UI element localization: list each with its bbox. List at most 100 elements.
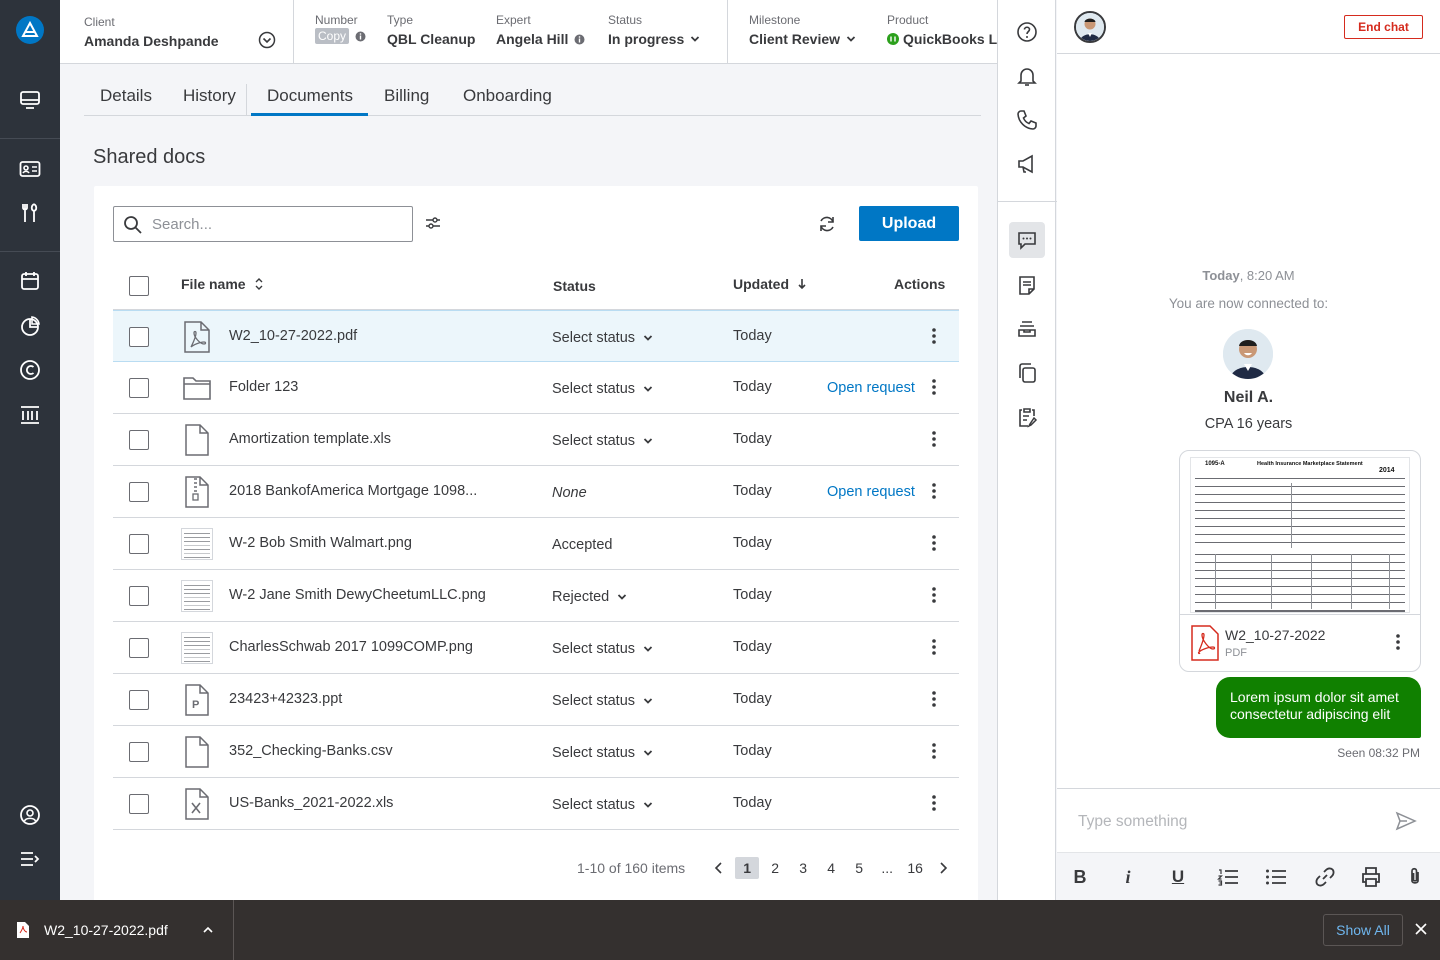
chevron-up-icon[interactable] xyxy=(201,923,215,937)
status-select[interactable]: Select status xyxy=(552,693,653,709)
table-row[interactable]: CharlesSchwab 2017 1099COMP.png Select st… xyxy=(113,622,959,674)
file-name[interactable]: W2_10-27-2022.pdf xyxy=(229,328,357,344)
kebab-menu-icon[interactable] xyxy=(931,378,937,396)
close-icon[interactable] xyxy=(1413,921,1429,937)
file-name[interactable]: W-2 Bob Smith Walmart.png xyxy=(229,535,412,551)
refresh-icon[interactable] xyxy=(817,214,837,234)
tools-icon[interactable] xyxy=(17,200,43,226)
attachment-paperclip-icon[interactable] xyxy=(1403,865,1427,889)
help-icon[interactable] xyxy=(1013,18,1041,46)
kebab-menu-icon[interactable] xyxy=(931,742,937,760)
row-checkbox[interactable] xyxy=(129,638,149,658)
kebab-menu-icon[interactable] xyxy=(1395,633,1401,651)
file-name[interactable]: Amortization template.xls xyxy=(229,431,391,447)
row-checkbox[interactable] xyxy=(129,327,149,347)
table-row[interactable]: Folder 123 Select status Today Open request xyxy=(113,362,959,414)
kebab-menu-icon[interactable] xyxy=(931,690,937,708)
megaphone-icon[interactable] xyxy=(1013,150,1041,178)
file-name[interactable]: 23423+42323.ppt xyxy=(229,691,342,707)
table-row[interactable]: P 23423+42323.ppt Select status Today xyxy=(113,674,959,726)
tab-details[interactable]: Details xyxy=(100,86,152,106)
search-input[interactable]: Search... xyxy=(113,206,413,242)
file-name[interactable]: US-Banks_2021-2022.xls xyxy=(229,795,393,811)
row-checkbox[interactable] xyxy=(129,742,149,762)
kebab-menu-icon[interactable] xyxy=(931,482,937,500)
underline-button[interactable]: U xyxy=(1166,865,1190,889)
kebab-menu-icon[interactable] xyxy=(931,586,937,604)
kebab-menu-icon[interactable] xyxy=(931,794,937,812)
page-button[interactable]: 2 xyxy=(763,857,787,879)
bell-icon[interactable] xyxy=(1013,62,1041,90)
select-all-checkbox[interactable] xyxy=(129,276,149,296)
status-select[interactable]: Rejected xyxy=(552,589,627,605)
table-row[interactable]: 2018 BankofAmerica Mortgage 1098... None T… xyxy=(113,466,959,518)
tab-documents[interactable]: Documents xyxy=(267,86,353,106)
chat-input-area[interactable]: Type something xyxy=(1057,788,1440,852)
row-checkbox[interactable] xyxy=(129,690,149,710)
column-file-name[interactable]: File name xyxy=(181,276,264,292)
filter-settings-icon[interactable] xyxy=(424,214,442,232)
row-checkbox[interactable] xyxy=(129,430,149,450)
tab-history[interactable]: History xyxy=(183,86,236,106)
page-button[interactable]: 1 xyxy=(735,857,760,879)
row-checkbox[interactable] xyxy=(129,534,149,554)
user-profile-icon[interactable] xyxy=(17,802,43,828)
status-select[interactable]: Select status xyxy=(552,433,653,449)
client-field[interactable]: Client Amanda Deshpande xyxy=(84,14,219,52)
avatar[interactable] xyxy=(1074,11,1106,43)
table-row[interactable]: W2_10-27-2022.pdf Select status Today xyxy=(113,310,959,362)
client-dropdown-icon[interactable] xyxy=(258,31,276,49)
open-request-link[interactable]: Open request xyxy=(827,484,915,500)
download-item[interactable]: W2_10-27-2022.pdf xyxy=(0,900,234,960)
table-row[interactable]: US-Banks_2021-2022.xls Select status Today xyxy=(113,778,959,830)
file-name[interactable]: 352_Checking-Banks.csv xyxy=(229,743,393,759)
status-select[interactable]: Select status xyxy=(552,330,653,346)
chat-icon[interactable] xyxy=(1009,222,1045,258)
open-request-link[interactable]: Open request xyxy=(827,380,915,396)
bulleted-list-icon[interactable] xyxy=(1264,865,1288,889)
page-button[interactable]: 4 xyxy=(819,857,843,879)
pie-chart-icon[interactable] xyxy=(17,313,43,339)
milestone-field[interactable]: Milestone Client Review xyxy=(749,12,856,50)
print-icon[interactable] xyxy=(1359,865,1383,889)
numbered-list-icon[interactable] xyxy=(1216,865,1240,889)
page-button[interactable]: 16 xyxy=(903,857,927,879)
file-name[interactable]: CharlesSchwab 2017 1099COMP.png xyxy=(229,639,473,655)
end-chat-button[interactable]: End chat xyxy=(1344,15,1423,39)
copyright-icon[interactable] xyxy=(17,357,43,383)
show-all-button[interactable]: Show All xyxy=(1323,914,1403,946)
status-select[interactable]: Select status xyxy=(552,381,653,397)
upload-button[interactable]: Upload xyxy=(859,206,959,241)
kebab-menu-icon[interactable] xyxy=(931,327,937,345)
row-checkbox[interactable] xyxy=(129,586,149,606)
page-button[interactable]: 5 xyxy=(847,857,871,879)
bold-button[interactable]: B xyxy=(1068,865,1092,889)
table-row[interactable]: W-2 Bob Smith Walmart.png Accepted Today xyxy=(113,518,959,570)
status-field[interactable]: Status In progress xyxy=(608,12,700,50)
table-row[interactable]: 352_Checking-Banks.csv Select status Today xyxy=(113,726,959,778)
status-select[interactable]: Select status xyxy=(552,641,653,657)
column-updated[interactable]: Updated xyxy=(733,276,807,292)
table-row[interactable]: Amortization template.xls Select status To… xyxy=(113,414,959,466)
inbox-tray-icon[interactable] xyxy=(1013,315,1041,343)
prev-page-icon[interactable] xyxy=(707,857,731,879)
copy-documents-icon[interactable] xyxy=(1013,359,1041,387)
tab-billing[interactable]: Billing xyxy=(384,86,429,106)
tab-onboarding[interactable]: Onboarding xyxy=(463,86,552,106)
notes-icon[interactable] xyxy=(1013,271,1041,299)
table-row[interactable]: W-2 Jane Smith DewyCheetumLLC.png Rejecte… xyxy=(113,570,959,622)
status-select[interactable]: Select status xyxy=(552,745,653,761)
kebab-menu-icon[interactable] xyxy=(931,430,937,448)
phone-icon[interactable] xyxy=(1013,106,1041,134)
desktop-icon[interactable] xyxy=(17,87,43,113)
kebab-menu-icon[interactable] xyxy=(931,534,937,552)
file-name[interactable]: W-2 Jane Smith DewyCheetumLLC.png xyxy=(229,587,486,603)
send-icon[interactable] xyxy=(1395,811,1417,831)
clipboard-edit-icon[interactable] xyxy=(1013,403,1041,431)
expand-menu-icon[interactable] xyxy=(17,846,43,872)
calendar-icon[interactable] xyxy=(17,268,43,294)
page-button[interactable]: 3 xyxy=(791,857,815,879)
status-select[interactable]: Select status xyxy=(552,797,653,813)
next-page-icon[interactable] xyxy=(931,857,955,879)
file-name[interactable]: 2018 BankofAmerica Mortgage 1098... xyxy=(229,483,477,499)
